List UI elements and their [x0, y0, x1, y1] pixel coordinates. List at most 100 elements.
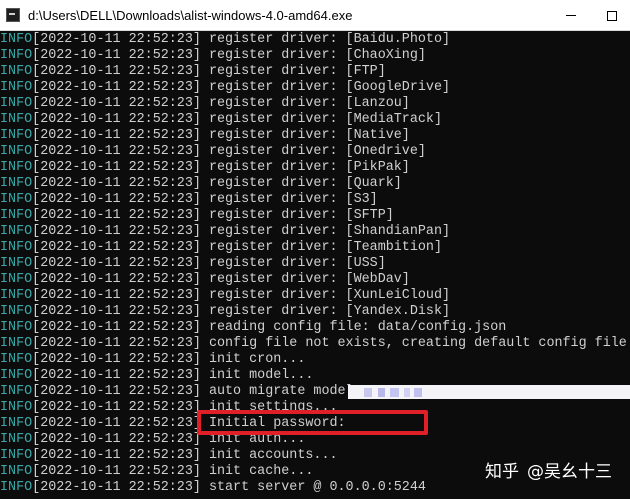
log-timestamp: [2022-10-11 22:52:23] [32, 272, 201, 287]
console-line: INFO[2022-10-11 22:52:23] init model... [0, 368, 313, 384]
log-timestamp: [2022-10-11 22:52:23] [32, 80, 201, 95]
log-timestamp: [2022-10-11 22:52:23] [32, 160, 201, 175]
log-message: register driver: [PikPak] [200, 160, 410, 175]
console-line: INFO[2022-10-11 22:52:23] register drive… [0, 240, 442, 256]
console-line: INFO[2022-10-11 22:52:23] init cache... [0, 464, 313, 480]
log-message: init cron... [200, 352, 306, 367]
log-timestamp: [2022-10-11 22:52:23] [32, 448, 201, 463]
watermark-author: @吴幺十三 [527, 461, 612, 482]
log-level: INFO [0, 320, 33, 335]
console-line: INFO[2022-10-11 22:52:23] register drive… [0, 80, 450, 96]
log-level: INFO [0, 272, 33, 287]
minimize-button[interactable] [548, 0, 594, 31]
minimize-icon [566, 15, 576, 16]
console-line: INFO[2022-10-11 22:52:23] register drive… [0, 96, 410, 112]
log-level: INFO [0, 128, 33, 143]
log-level: INFO [0, 240, 33, 255]
log-message: start server @ 0.0.0.0:5244 [200, 480, 426, 495]
log-timestamp: [2022-10-11 22:52:23] [32, 208, 201, 223]
log-timestamp: [2022-10-11 22:52:23] [32, 176, 201, 191]
log-message: register driver: [USS] [200, 256, 386, 271]
log-level: INFO [0, 96, 33, 111]
log-message: reading config file: data/config.json [200, 320, 507, 335]
log-timestamp: [2022-10-11 22:52:23] [32, 400, 201, 415]
console-line: INFO[2022-10-11 22:52:23] config file no… [0, 336, 627, 352]
log-level: INFO [0, 400, 33, 415]
title-bar[interactable]: d:\Users\DELL\Downloads\alist-windows-4.… [0, 0, 630, 31]
log-message: register driver: [WebDav] [200, 272, 410, 287]
console-line: INFO[2022-10-11 22:52:23] reading config… [0, 320, 506, 336]
log-level: INFO [0, 336, 33, 351]
console-app-icon [6, 8, 20, 22]
log-level: INFO [0, 304, 33, 319]
console-line: INFO[2022-10-11 22:52:23] register drive… [0, 224, 450, 240]
console-line: INFO[2022-10-11 22:52:23] register drive… [0, 112, 442, 128]
log-level: INFO [0, 80, 33, 95]
log-message: init model... [200, 368, 314, 383]
console-line: INFO[2022-10-11 22:52:23] register drive… [0, 48, 426, 64]
log-timestamp: [2022-10-11 22:52:23] [32, 480, 201, 495]
log-timestamp: [2022-10-11 22:52:23] [32, 304, 201, 319]
log-level: INFO [0, 368, 33, 383]
log-level: INFO [0, 64, 33, 79]
watermark-site: 知乎 [485, 461, 519, 482]
log-message: register driver: [GoogleDrive] [200, 80, 451, 95]
zhihu-watermark: 知乎 @吴幺十三 [485, 456, 615, 482]
log-timestamp: [2022-10-11 22:52:23] [32, 352, 201, 367]
log-level: INFO [0, 288, 33, 303]
console-line: INFO[2022-10-11 22:52:23] register drive… [0, 176, 402, 192]
log-timestamp: [2022-10-11 22:52:23] [32, 384, 201, 399]
log-message: init cache... [200, 464, 314, 479]
log-level: INFO [0, 112, 33, 127]
log-level: INFO [0, 480, 33, 495]
log-message: register driver: [Onedrive] [200, 144, 426, 159]
log-level: INFO [0, 256, 33, 271]
console-line: INFO[2022-10-11 22:52:23] register drive… [0, 128, 410, 144]
log-timestamp: [2022-10-11 22:52:23] [32, 224, 201, 239]
log-level: INFO [0, 48, 33, 63]
log-message: config file not exists, creating default… [200, 336, 627, 351]
log-level: INFO [0, 144, 33, 159]
log-message: register driver: [Yandex.Disk] [200, 304, 451, 319]
log-message: register driver: [Teambition] [200, 240, 442, 255]
log-level: INFO [0, 448, 33, 463]
maximize-button[interactable] [594, 0, 630, 31]
log-message: register driver: [Lanzou] [200, 96, 410, 111]
log-level: INFO [0, 432, 33, 447]
log-timestamp: [2022-10-11 22:52:23] [32, 144, 201, 159]
console-line: INFO[2022-10-11 22:52:23] init accounts.… [0, 448, 338, 464]
log-message: register driver: [S3] [200, 192, 378, 207]
log-timestamp: [2022-10-11 22:52:23] [32, 64, 201, 79]
log-message: init accounts... [200, 448, 338, 463]
log-timestamp: [2022-10-11 22:52:23] [32, 48, 201, 63]
log-timestamp: [2022-10-11 22:52:23] [32, 464, 201, 479]
log-message: register driver: [SFTP] [200, 208, 394, 223]
console-line: INFO[2022-10-11 22:52:23] register drive… [0, 192, 378, 208]
console-line: INFO[2022-10-11 22:52:23] register drive… [0, 272, 410, 288]
log-message: register driver: [Native] [200, 128, 410, 143]
log-level: INFO [0, 416, 33, 431]
log-level: INFO [0, 32, 33, 47]
log-timestamp: [2022-10-11 22:52:23] [32, 240, 201, 255]
log-timestamp: [2022-10-11 22:52:23] [32, 256, 201, 271]
console-line: INFO[2022-10-11 22:52:23] register drive… [0, 160, 410, 176]
log-message: register driver: [Quark] [200, 176, 402, 191]
log-message: register driver: [FTP] [200, 64, 386, 79]
password-redaction [348, 385, 630, 399]
log-level: INFO [0, 464, 33, 479]
log-timestamp: [2022-10-11 22:52:23] [32, 432, 201, 447]
console-line: INFO[2022-10-11 22:52:23] register drive… [0, 208, 394, 224]
console-line: INFO[2022-10-11 22:52:23] register drive… [0, 32, 450, 48]
log-level: INFO [0, 160, 33, 175]
log-level: INFO [0, 176, 33, 191]
log-message: register driver: [MediaTrack] [200, 112, 442, 127]
log-timestamp: [2022-10-11 22:52:23] [32, 336, 201, 351]
log-level: INFO [0, 352, 33, 367]
log-message: register driver: [XunLeiCloud] [200, 288, 451, 303]
console-line: INFO[2022-10-11 22:52:23] register drive… [0, 288, 450, 304]
maximize-icon [607, 10, 617, 21]
log-timestamp: [2022-10-11 22:52:23] [32, 128, 201, 143]
log-timestamp: [2022-10-11 22:52:23] [32, 368, 201, 383]
password-highlight-box [197, 410, 428, 435]
log-message: register driver: [Baidu.Photo] [200, 32, 451, 47]
